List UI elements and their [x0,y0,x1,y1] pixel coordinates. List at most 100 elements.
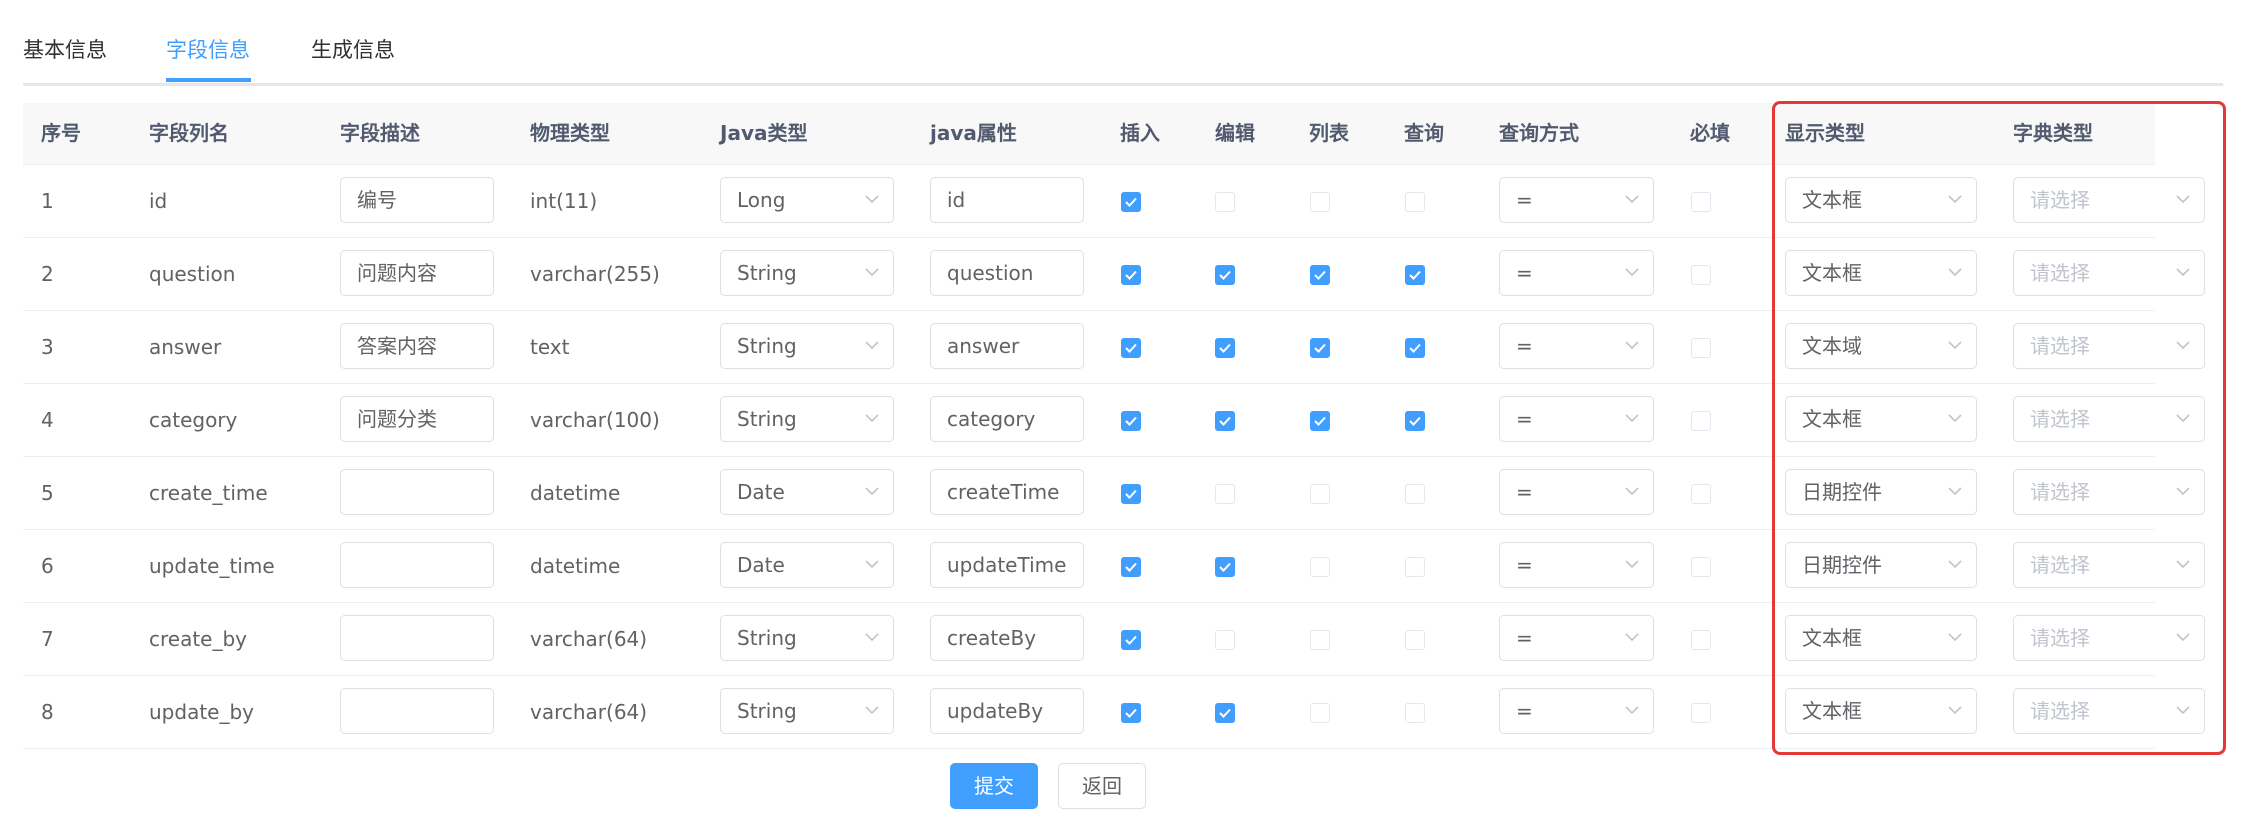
dict-type-select[interactable]: 请选择 [2013,615,2205,661]
dict-type-select[interactable]: 请选择 [2013,542,2205,588]
row-number: 4 [41,408,54,432]
query-type-select[interactable]: = [1499,323,1654,369]
query-type-select[interactable]: = [1499,469,1654,515]
display-type-select-value: 日期控件 [1802,553,1882,577]
java-type-select[interactable]: String [720,396,894,442]
description-input[interactable]: 问题分类 [340,396,494,442]
insert-checkbox[interactable] [1121,338,1141,358]
display-type-select[interactable]: 文本框 [1785,396,1977,442]
description-input[interactable] [340,542,494,588]
edit-checkbox[interactable] [1215,703,1235,723]
dict-type-select[interactable]: 请选择 [2013,250,2205,296]
list-checkbox[interactable] [1310,411,1330,431]
display-type-select[interactable]: 文本框 [1785,250,1977,296]
java-field-input[interactable]: createTime [930,469,1084,515]
insert-checkbox[interactable] [1121,192,1141,212]
description-input[interactable]: 答案内容 [340,323,494,369]
back-button[interactable]: 返回 [1058,763,1146,809]
display-type-select[interactable]: 文本域 [1785,323,1977,369]
required-checkbox[interactable] [1691,411,1711,431]
description-input[interactable] [340,615,494,661]
display-type-select-value: 文本框 [1802,699,1862,723]
required-checkbox[interactable] [1691,192,1711,212]
list-checkbox[interactable] [1310,338,1330,358]
display-type-select[interactable]: 文本框 [1785,615,1977,661]
dict-type-select[interactable]: 请选择 [2013,688,2205,734]
query-type-select-value: = [1516,626,1533,650]
tab-gen-info[interactable]: 生成信息 [311,34,395,64]
description-input[interactable]: 问题内容 [340,250,494,296]
list-checkbox[interactable] [1310,557,1330,577]
java-field-input[interactable]: question [930,250,1084,296]
display-type-select[interactable]: 日期控件 [1785,542,1977,588]
tab-basic-info[interactable]: 基本信息 [23,34,107,64]
required-checkbox[interactable] [1691,557,1711,577]
java-field-input[interactable]: createBy [930,615,1084,661]
display-type-select[interactable]: 文本框 [1785,688,1977,734]
query-type-select[interactable]: = [1499,250,1654,296]
list-checkbox[interactable] [1310,192,1330,212]
java-type-select[interactable]: String [720,323,894,369]
required-checkbox[interactable] [1691,265,1711,285]
java-field-input[interactable]: category [930,396,1084,442]
java-type-select[interactable]: String [720,250,894,296]
insert-checkbox[interactable] [1121,265,1141,285]
edit-checkbox[interactable] [1215,484,1235,504]
query-checkbox[interactable] [1405,192,1425,212]
description-input[interactable]: 编号 [340,177,494,223]
query-type-select[interactable]: = [1499,542,1654,588]
java-field-input[interactable]: answer [930,323,1084,369]
list-checkbox[interactable] [1310,484,1330,504]
dict-type-select[interactable]: 请选择 [2013,323,2205,369]
dict-type-select[interactable]: 请选择 [2013,469,2205,515]
required-checkbox[interactable] [1691,338,1711,358]
java-field-input[interactable]: updateBy [930,688,1084,734]
query-checkbox[interactable] [1405,484,1425,504]
query-type-select[interactable]: = [1499,615,1654,661]
required-checkbox[interactable] [1691,703,1711,723]
required-checkbox[interactable] [1691,484,1711,504]
list-checkbox[interactable] [1310,265,1330,285]
edit-checkbox[interactable] [1215,192,1235,212]
insert-checkbox[interactable] [1121,557,1141,577]
display-type-select[interactable]: 文本框 [1785,177,1977,223]
query-type-select-value: = [1516,407,1533,431]
edit-checkbox[interactable] [1215,265,1235,285]
java-type-select[interactable]: Date [720,542,894,588]
query-type-select[interactable]: = [1499,177,1654,223]
dict-type-select[interactable]: 请选择 [2013,177,2205,223]
query-type-select[interactable]: = [1499,396,1654,442]
insert-checkbox[interactable] [1121,411,1141,431]
java-type-select[interactable]: Date [720,469,894,515]
java-field-input[interactable]: updateTime [930,542,1084,588]
edit-checkbox[interactable] [1215,411,1235,431]
description-input[interactable] [340,688,494,734]
query-checkbox[interactable] [1405,703,1425,723]
dict-type-select[interactable]: 请选择 [2013,396,2205,442]
list-checkbox[interactable] [1310,630,1330,650]
insert-checkbox[interactable] [1121,484,1141,504]
edit-checkbox[interactable] [1215,338,1235,358]
java-field-input[interactable]: id [930,177,1084,223]
insert-checkbox[interactable] [1121,630,1141,650]
query-checkbox[interactable] [1405,557,1425,577]
query-checkbox[interactable] [1405,630,1425,650]
required-checkbox[interactable] [1691,630,1711,650]
edit-checkbox[interactable] [1215,630,1235,650]
java-type-select[interactable]: String [720,688,894,734]
query-type-select[interactable]: = [1499,688,1654,734]
insert-checkbox[interactable] [1121,703,1141,723]
query-checkbox[interactable] [1405,265,1425,285]
chevron-down-icon [2176,195,2190,204]
submit-button[interactable]: 提交 [950,763,1038,809]
chevron-down-icon [2176,414,2190,423]
query-checkbox[interactable] [1405,411,1425,431]
java-type-select[interactable]: Long [720,177,894,223]
list-checkbox[interactable] [1310,703,1330,723]
java-type-select[interactable]: String [720,615,894,661]
edit-checkbox[interactable] [1215,557,1235,577]
display-type-select[interactable]: 日期控件 [1785,469,1977,515]
query-checkbox[interactable] [1405,338,1425,358]
tab-field-info[interactable]: 字段信息 [166,34,250,64]
description-input[interactable] [340,469,494,515]
